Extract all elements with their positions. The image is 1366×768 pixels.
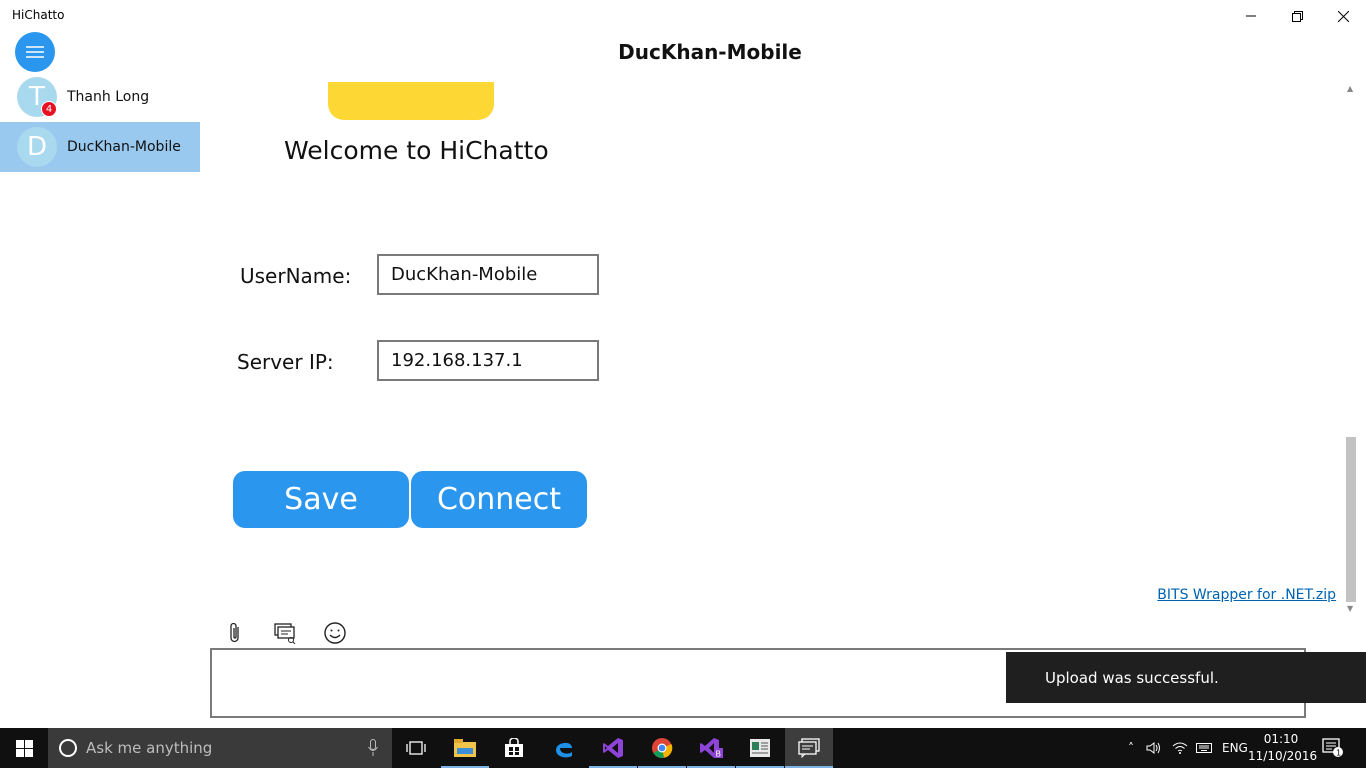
scroll-up-arrow-icon[interactable]: ▲: [1347, 84, 1353, 93]
username-input[interactable]: [377, 254, 599, 295]
scroll-thumb[interactable]: [1346, 437, 1356, 602]
contact-name: DucKhan-Mobile: [67, 139, 181, 155]
publisher-icon: [750, 739, 770, 757]
taskbar: Ask me anything B ˄ ENG 01:10 11/10/2016: [0, 728, 1366, 768]
cortana-search-box[interactable]: Ask me anything: [48, 728, 392, 768]
task-view-button[interactable]: [392, 728, 440, 768]
show-hidden-icons-icon[interactable]: ˄: [1122, 741, 1140, 755]
taskbar-file-explorer[interactable]: [441, 728, 489, 768]
microphone-icon: [368, 739, 378, 756]
server-ip-input[interactable]: [377, 340, 599, 381]
vertical-scrollbar[interactable]: ▲ ▼: [1344, 82, 1358, 618]
edge-icon: [556, 742, 572, 758]
hichatto-icon: [798, 738, 820, 758]
unread-badge: 4: [41, 101, 57, 117]
upload-toast: Upload was successful.: [1006, 652, 1366, 703]
restore-icon: [1291, 10, 1303, 22]
taskbar-hichatto[interactable]: [785, 728, 833, 768]
avatar-initial: D: [26, 132, 48, 162]
taskbar-chrome[interactable]: [638, 728, 686, 768]
cortana-icon: [59, 739, 77, 757]
visual-studio-icon: [603, 738, 623, 758]
task-view-icon: [406, 741, 426, 755]
contact-item-thanh-long[interactable]: T 4 Thanh Long: [0, 72, 200, 122]
hichatto-logo: [328, 82, 494, 120]
keyboard-icon[interactable]: [1196, 742, 1212, 754]
chrome-icon: [652, 738, 673, 758]
welcome-heading: Welcome to HiChatto: [284, 136, 549, 165]
chat-content-area: Welcome to HiChatto UserName: Server IP:…: [210, 82, 1342, 618]
clock-time: 01:10: [1263, 732, 1299, 746]
taskbar-store[interactable]: [490, 728, 538, 768]
start-button[interactable]: [0, 728, 48, 768]
save-button[interactable]: Save: [233, 471, 409, 528]
system-tray: ˄ ENG: [1122, 728, 1248, 768]
avatar: T 4: [17, 77, 57, 117]
emoji-icon[interactable]: [322, 620, 348, 646]
action-center-button[interactable]: 1: [1322, 738, 1344, 762]
close-icon: [1337, 10, 1349, 22]
close-button[interactable]: [1320, 0, 1366, 32]
file-explorer-icon: [454, 739, 476, 757]
search-placeholder: Ask me anything: [86, 739, 213, 757]
contact-name: Thanh Long: [67, 89, 150, 105]
volume-icon[interactable]: [1146, 741, 1162, 755]
clock[interactable]: 01:10 11/10/2016: [1248, 731, 1318, 765]
username-label: UserName:: [240, 264, 352, 288]
minimize-icon: [1246, 15, 1256, 17]
wifi-icon[interactable]: [1172, 741, 1188, 755]
taskbar-edge[interactable]: [540, 728, 588, 768]
svg-text:B: B: [716, 750, 722, 759]
attach-icon[interactable]: [222, 620, 248, 646]
scroll-down-arrow-icon[interactable]: ▼: [1347, 604, 1353, 613]
minimize-button[interactable]: [1228, 0, 1274, 32]
svg-text:1: 1: [1336, 749, 1341, 758]
windows-logo-icon: [15, 739, 33, 757]
window-title: HiChatto: [12, 8, 65, 22]
chat-title: DucKhan-Mobile: [618, 40, 802, 64]
avatar: D: [17, 127, 57, 167]
hamburger-icon: [26, 46, 44, 58]
taskbar-publisher[interactable]: [736, 728, 784, 768]
clock-date: 11/10/2016: [1248, 749, 1318, 763]
hamburger-menu-button[interactable]: [15, 32, 55, 72]
toast-message: Upload was successful.: [1045, 668, 1219, 687]
taskbar-visual-studio-blend[interactable]: B: [687, 728, 735, 768]
language-indicator[interactable]: ENG: [1222, 741, 1248, 755]
store-icon: [505, 738, 523, 757]
restore-button[interactable]: [1274, 0, 1320, 32]
visual-studio-blend-icon: B: [700, 738, 723, 759]
connect-button[interactable]: Connect: [411, 471, 587, 528]
image-send-icon[interactable]: [272, 620, 298, 646]
app-window: HiChatto T 4 Thanh Long D DucKhan-Mobile…: [0, 0, 1366, 728]
contact-item-duckhan-mobile[interactable]: D DucKhan-Mobile: [0, 122, 200, 172]
notification-icon: 1: [1322, 738, 1343, 758]
taskbar-visual-studio[interactable]: [589, 728, 637, 768]
file-attachment-link[interactable]: BITS Wrapper for .NET.zip: [1157, 587, 1336, 603]
server-ip-label: Server IP:: [237, 350, 334, 374]
